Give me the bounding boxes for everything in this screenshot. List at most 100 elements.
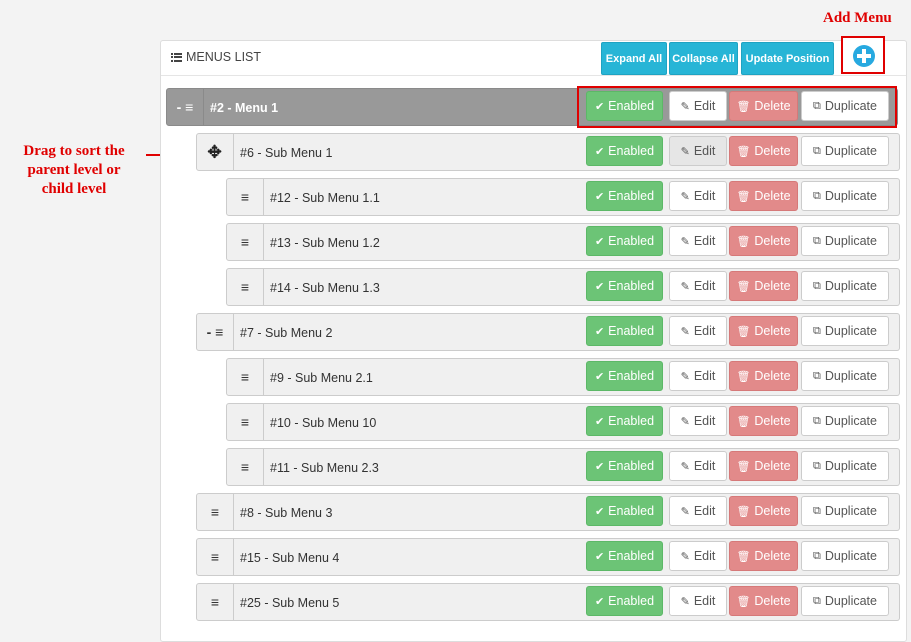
enabled-button[interactable]: ✔ Enabled [586, 586, 663, 616]
duplicate-button[interactable]: ⧉ Duplicate [801, 496, 889, 526]
drag-handle[interactable]: - ≡ [196, 313, 234, 351]
trash-icon: 🗑 [736, 280, 751, 293]
enabled-button[interactable]: ✔ Enabled [586, 361, 663, 391]
enabled-button[interactable]: ✔ Enabled [586, 496, 663, 526]
enabled-button[interactable]: ✔ Enabled [586, 226, 663, 256]
edit-button[interactable]: ✎ Edit [669, 451, 727, 481]
update-position-button[interactable]: Update Position [741, 42, 834, 75]
delete-label: Delete [754, 189, 791, 203]
drag-handle[interactable]: ≡ [226, 448, 264, 486]
menu-item-label: #12 - Sub Menu 1.1 [270, 191, 380, 205]
menu-row: ≡ #8 - Sub Menu 3 ✔ Enabled ✎ Edit 🗑 Del… [196, 493, 900, 531]
duplicate-label: Duplicate [824, 144, 877, 158]
delete-label: Delete [754, 279, 791, 293]
delete-label: Delete [754, 369, 791, 383]
drag-handle[interactable]: ≡ [196, 583, 234, 621]
menu-item-label: #25 - Sub Menu 5 [240, 596, 340, 610]
delete-button[interactable]: 🗑 Delete [729, 316, 798, 346]
enabled-button[interactable]: ✔ Enabled [586, 541, 663, 571]
enabled-button[interactable]: ✔ Enabled [586, 406, 663, 436]
delete-label: Delete [754, 549, 791, 563]
delete-button[interactable]: 🗑 Delete [729, 271, 798, 301]
enabled-button[interactable]: ✔ Enabled [586, 181, 663, 211]
delete-button[interactable]: 🗑 Delete [729, 406, 798, 436]
menu-item-label: #13 - Sub Menu 1.2 [270, 236, 380, 250]
duplicate-label: Duplicate [824, 234, 877, 248]
add-menu-annotation: Add Menu [823, 10, 892, 26]
edit-button[interactable]: ✎ Edit [669, 316, 727, 346]
edit-button[interactable]: ✎ Edit [669, 181, 727, 211]
duplicate-button[interactable]: ⧉ Duplicate [801, 271, 889, 301]
edit-label: Edit [693, 324, 716, 338]
check-icon: ✔ [594, 325, 605, 338]
trash-icon: 🗑 [736, 190, 751, 203]
duplicate-button[interactable]: ⧉ Duplicate [801, 316, 889, 346]
enabled-label: Enabled [608, 369, 655, 383]
edit-label: Edit [693, 594, 716, 608]
edit-button[interactable]: ✎ Edit [669, 361, 727, 391]
duplicate-button[interactable]: ⧉ Duplicate [801, 181, 889, 211]
drag-handle[interactable]: ≡ [226, 403, 264, 441]
enabled-button[interactable]: ✔ Enabled [586, 316, 663, 346]
edit-button[interactable]: ✎ Edit [669, 406, 727, 436]
duplicate-button[interactable]: ⧉ Duplicate [801, 541, 889, 571]
duplicate-button[interactable]: ⧉ Duplicate [801, 451, 889, 481]
edit-icon: ✎ [680, 325, 690, 338]
delete-button[interactable]: 🗑 Delete [729, 451, 798, 481]
duplicate-button[interactable]: ⧉ Duplicate [801, 586, 889, 616]
edit-label: Edit [693, 414, 716, 428]
menu-item-label: #10 - Sub Menu 10 [270, 416, 377, 430]
edit-button[interactable]: ✎ Edit [669, 586, 727, 616]
edit-label: Edit [693, 459, 716, 473]
drag-handle[interactable]: ≡ [226, 223, 264, 261]
drag-handle[interactable]: ≡ [226, 178, 264, 216]
duplicate-label: Duplicate [824, 414, 877, 428]
menu-item-label: #9 - Sub Menu 2.1 [270, 371, 373, 385]
enabled-label: Enabled [608, 549, 655, 563]
expand-all-button[interactable]: Expand All [601, 42, 667, 75]
menu-row: ≡ #11 - Sub Menu 2.3 ✔ Enabled ✎ Edit 🗑 … [226, 448, 900, 486]
enabled-label: Enabled [608, 189, 655, 203]
menu-row: ≡ #10 - Sub Menu 10 ✔ Enabled ✎ Edit 🗑 D… [226, 403, 900, 441]
add-menu-button[interactable] [841, 36, 885, 74]
enabled-label: Enabled [608, 594, 655, 608]
delete-button[interactable]: 🗑 Delete [729, 541, 798, 571]
delete-button[interactable]: 🗑 Delete [729, 136, 798, 166]
enabled-button[interactable]: ✔ Enabled [586, 271, 663, 301]
delete-label: Delete [754, 504, 791, 518]
duplicate-button[interactable]: ⧉ Duplicate [801, 361, 889, 391]
edit-label: Edit [693, 279, 716, 293]
edit-button[interactable]: ✎ Edit [669, 541, 727, 571]
drag-handle[interactable]: - ≡ [166, 88, 204, 126]
drag-sort-annotation: Drag to sort the parent level or child l… [23, 143, 125, 197]
enabled-button[interactable]: ✔ Enabled [586, 451, 663, 481]
trash-icon: 🗑 [736, 460, 751, 473]
list-icon [171, 52, 182, 62]
enabled-button[interactable]: ✔ Enabled [586, 136, 663, 166]
delete-button[interactable]: 🗑 Delete [729, 496, 798, 526]
edit-icon: ✎ [680, 235, 690, 248]
copy-icon: ⧉ [813, 504, 821, 517]
menu-item-label: #7 - Sub Menu 2 [240, 326, 333, 340]
drag-handle[interactable]: ≡ [196, 493, 234, 531]
delete-label: Delete [754, 414, 791, 428]
collapse-all-button[interactable]: Collapse All [669, 42, 738, 75]
drag-handle[interactable]: ≡ [226, 268, 264, 306]
delete-button[interactable]: 🗑 Delete [729, 586, 798, 616]
edit-button[interactable]: ✎ Edit [669, 136, 727, 166]
edit-button[interactable]: ✎ Edit [669, 496, 727, 526]
delete-button[interactable]: 🗑 Delete [729, 181, 798, 211]
edit-button[interactable]: ✎ Edit [669, 271, 727, 301]
duplicate-label: Duplicate [824, 549, 877, 563]
duplicate-button[interactable]: ⧉ Duplicate [801, 136, 889, 166]
duplicate-button[interactable]: ⧉ Duplicate [801, 226, 889, 256]
delete-button[interactable]: 🗑 Delete [729, 361, 798, 391]
delete-button[interactable]: 🗑 Delete [729, 226, 798, 256]
delete-label: Delete [754, 144, 791, 158]
menu-row: ≡ #13 - Sub Menu 1.2 ✔ Enabled ✎ Edit 🗑 … [226, 223, 900, 261]
drag-handle[interactable]: ≡ [196, 538, 234, 576]
edit-button[interactable]: ✎ Edit [669, 226, 727, 256]
drag-handle[interactable]: ≡ [226, 358, 264, 396]
edit-label: Edit [693, 504, 716, 518]
duplicate-button[interactable]: ⧉ Duplicate [801, 406, 889, 436]
